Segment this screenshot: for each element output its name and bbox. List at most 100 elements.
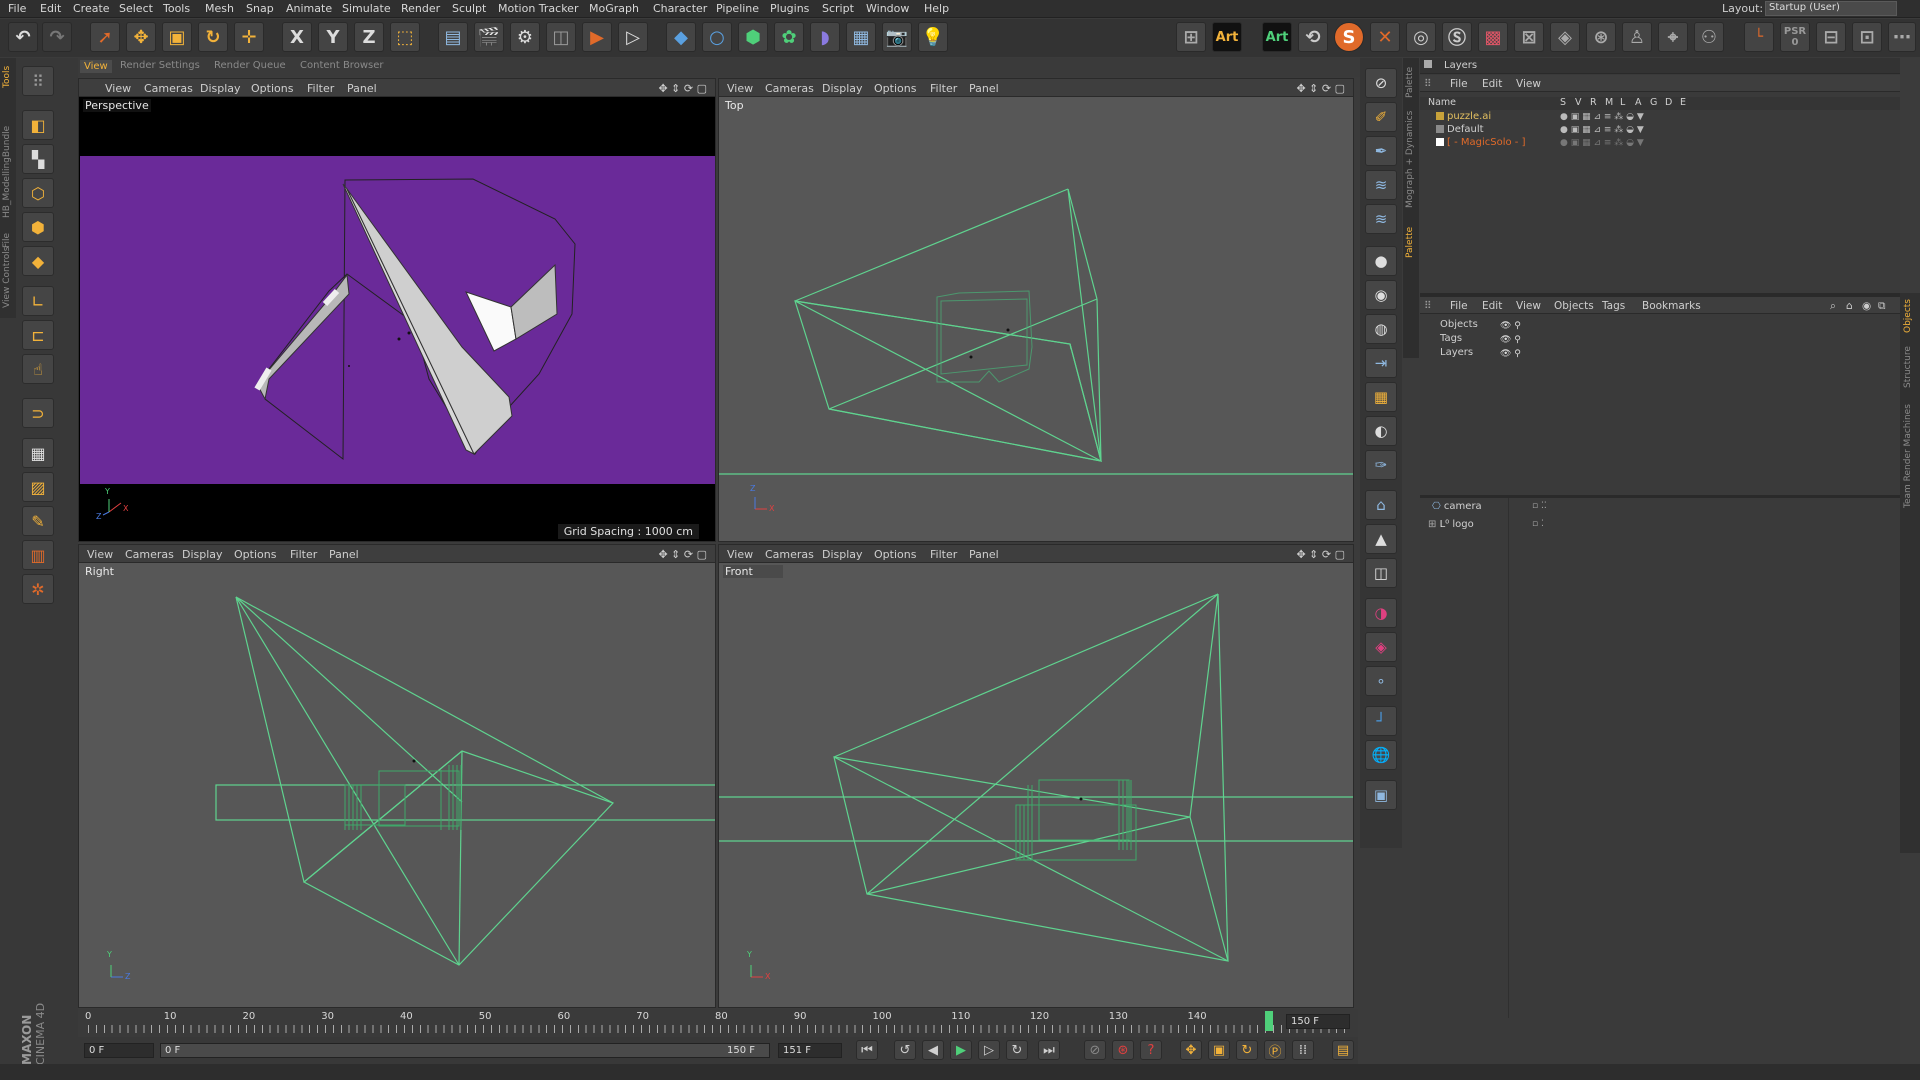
menu-mesh[interactable]: Mesh	[205, 2, 234, 15]
layer-row[interactable]: [ - MagicSolo - ]	[1436, 137, 1525, 149]
y-axis-button[interactable]: Y	[318, 22, 348, 52]
grid-snap-icon[interactable]: ⊠	[1514, 22, 1544, 52]
snap-magnet-icon[interactable]: ⊃	[22, 398, 54, 428]
objects-menu-file[interactable]: File	[1450, 300, 1468, 312]
menu-sculpt[interactable]: Sculpt	[452, 2, 486, 15]
plane-snap-icon[interactable]: ◈	[1550, 22, 1580, 52]
sync-icon[interactable]: ◎	[1406, 22, 1436, 52]
filter-row-objects[interactable]: Objects	[1440, 319, 1478, 331]
menu-simulate[interactable]: Simulate	[342, 2, 391, 15]
knife-icon[interactable]: ⊘	[1365, 68, 1397, 98]
tab-render-settings[interactable]: Render Settings	[120, 60, 200, 71]
palette-grip-icon[interactable]: ⠿	[22, 66, 54, 96]
menu-create[interactable]: Create	[73, 2, 110, 15]
redo-icon[interactable]: ↷	[42, 22, 72, 52]
tab-palette-2[interactable]: Palette	[1405, 227, 1415, 258]
layer-color-swatch[interactable]	[1436, 125, 1444, 133]
brush-select-icon[interactable]: ✑	[1365, 450, 1397, 480]
layers-menu-edit[interactable]: Edit	[1482, 78, 1502, 90]
menu-help[interactable]: Help	[924, 2, 949, 15]
workplane-icon[interactable]: ⊞	[1176, 22, 1206, 52]
spheres-icon[interactable]: ∘	[1365, 666, 1397, 696]
new-window-icon[interactable]: ⧉	[1878, 300, 1886, 313]
edges-mode-icon[interactable]: ⬢	[22, 212, 54, 242]
globe-icon[interactable]: ⊛	[1586, 22, 1616, 52]
render-region-icon[interactable]: ◫	[546, 22, 576, 52]
menu-plugins[interactable]: Plugins	[770, 2, 809, 15]
col-g[interactable]: G	[1650, 97, 1657, 108]
col-name[interactable]: Name	[1428, 97, 1456, 108]
art-yellow-button[interactable]: Art	[1212, 22, 1242, 52]
workplane-grid-icon[interactable]: ▦	[22, 438, 54, 468]
pen-icon[interactable]: ✒	[1365, 136, 1397, 166]
light-icon[interactable]: 💡	[918, 22, 948, 52]
menu-pipeline[interactable]: Pipeline	[716, 2, 759, 15]
objects-menu-bookmarks[interactable]: Bookmarks	[1642, 300, 1701, 312]
objects-menu-view[interactable]: View	[1516, 300, 1541, 312]
menu-mograph[interactable]: MoGraph	[589, 2, 639, 15]
camera-tags-icon[interactable]: ▫ ⁚⁚	[1532, 501, 1547, 511]
enable-snap-icon[interactable]: ⊡	[1852, 22, 1882, 52]
col-d[interactable]: D	[1665, 97, 1672, 108]
tab-render-queue[interactable]: Render Queue	[214, 60, 286, 71]
col-l[interactable]: L	[1620, 97, 1625, 108]
tab-tools[interactable]: Tools	[2, 66, 12, 88]
filter-row-layers[interactable]: Layers	[1440, 347, 1473, 359]
go-to-start-icon[interactable]: ⏮	[856, 1040, 878, 1060]
rotate-icon[interactable]: ↻	[198, 22, 228, 52]
magic-solo-icon[interactable]: ✕	[1370, 22, 1400, 52]
next-key-icon[interactable]: ↻	[1006, 1040, 1028, 1060]
tab-team-render[interactable]: Team Render Machines	[1903, 404, 1913, 508]
sphere-2-icon[interactable]: ◉	[1365, 280, 1397, 310]
key-rotation-icon[interactable]: ↻	[1236, 1040, 1258, 1060]
menu-edit[interactable]: Edit	[40, 2, 61, 15]
tab-view-controls[interactable]: View Controls	[2, 247, 12, 308]
home-icon[interactable]: ⌂	[1846, 300, 1853, 312]
menu-render[interactable]: Render	[401, 2, 440, 15]
axis-icon[interactable]: └	[1744, 22, 1774, 52]
menu-select[interactable]: Select	[119, 2, 153, 15]
menu-snap[interactable]: Snap	[246, 2, 274, 15]
timeline-end-field[interactable]: 150 F	[1286, 1014, 1350, 1029]
max-frame-field[interactable]: 151 F	[778, 1043, 842, 1058]
col-s[interactable]: S	[1560, 97, 1566, 108]
layers-menu-view[interactable]: View	[1516, 78, 1541, 90]
tweak-mode-icon[interactable]: ☝	[22, 354, 54, 384]
key-pla-icon[interactable]: ⁞⁞	[1292, 1040, 1314, 1060]
globe-rt-icon[interactable]: 🌐	[1365, 740, 1397, 770]
render-picture-viewer-icon[interactable]: 🎬	[474, 22, 504, 52]
camera-rig-icon[interactable]: ⌂	[1365, 490, 1397, 520]
tab-content-browser[interactable]: Content Browser	[300, 60, 383, 71]
menu-window[interactable]: Window	[866, 2, 909, 15]
render-preview-icon[interactable]: ▷	[618, 22, 648, 52]
layout-select[interactable]: Startup (User)	[1765, 1, 1897, 16]
menu-file[interactable]: File	[8, 2, 26, 15]
preview-range-slider[interactable]: 0 F 150 F	[160, 1043, 770, 1058]
prev-key-icon[interactable]: ↺	[894, 1040, 916, 1060]
scale-icon[interactable]: ▣	[162, 22, 192, 52]
s-plugin-button[interactable]: S	[1334, 22, 1364, 52]
record-disabled-icon[interactable]: ⊘	[1084, 1040, 1106, 1060]
ghost-icon[interactable]: ⚇	[1694, 22, 1724, 52]
brush-icon[interactable]: ✎	[22, 506, 54, 536]
add-icon[interactable]: ✛	[234, 22, 264, 52]
box-icon[interactable]: ▣	[1365, 780, 1397, 810]
cube-pair-icon[interactable]: ◫	[1365, 558, 1397, 588]
psr-reset-button[interactable]: PSR 0	[1780, 22, 1810, 52]
deformer-icon[interactable]: ◗	[810, 22, 840, 52]
points-mode-icon[interactable]: ⬡	[22, 178, 54, 208]
axis-lock-icon[interactable]: ⌖	[1658, 22, 1688, 52]
filter-toggle-icons[interactable]: 👁 ⚲ 👁 ⚲ 👁 ⚲	[1500, 319, 1540, 361]
current-frame-field[interactable]: 0 F	[84, 1043, 154, 1058]
col-v[interactable]: V	[1575, 97, 1582, 108]
object-row-logo[interactable]: ⊞ L⁰ logo	[1428, 519, 1474, 531]
texture-axis-icon[interactable]: ⊏	[22, 320, 54, 350]
tab-objects[interactable]: Objects	[1903, 299, 1913, 333]
objects-menu-objects[interactable]: Objects	[1554, 300, 1594, 312]
layer-color-swatch[interactable]	[1436, 138, 1444, 146]
key-position-icon[interactable]: ✥	[1180, 1040, 1202, 1060]
z-axis-button[interactable]: Z	[354, 22, 384, 52]
tab-hb-modelling[interactable]: HB_ModellingBundle	[2, 126, 12, 218]
make-editable-icon[interactable]: ◧	[22, 110, 54, 140]
autokey-icon[interactable]: ?	[1140, 1040, 1162, 1060]
